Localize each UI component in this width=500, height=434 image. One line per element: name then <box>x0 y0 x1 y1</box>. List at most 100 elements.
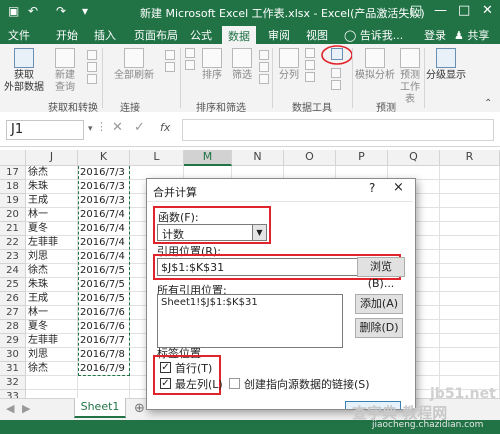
delete-button[interactable]: 删除(D) <box>355 318 403 338</box>
row-header[interactable]: 22 <box>0 236 26 250</box>
cell-empty[interactable] <box>440 264 500 278</box>
row-header[interactable]: 21 <box>0 222 26 236</box>
name-box-dropdown-icon[interactable]: ▾ <box>88 124 93 134</box>
formula-input[interactable] <box>182 119 494 141</box>
cell-empty[interactable] <box>440 236 500 250</box>
column-header-selected[interactable]: M <box>184 150 232 166</box>
add-button[interactable]: 添加(A) <box>355 294 403 314</box>
query-small-icons[interactable] <box>86 50 98 90</box>
row-header[interactable]: 27 <box>0 306 26 320</box>
insert-function-icon[interactable]: fx <box>160 121 170 134</box>
cell-empty[interactable] <box>440 320 500 334</box>
column-header[interactable]: P <box>336 150 388 166</box>
column-header[interactable]: N <box>232 150 284 166</box>
new-sheet-icon[interactable]: ⊕ <box>134 401 145 416</box>
create-links-checkbox[interactable] <box>229 378 240 389</box>
cell-empty[interactable] <box>440 250 500 264</box>
row-header[interactable]: 28 <box>0 320 26 334</box>
row-header[interactable]: 24 <box>0 264 26 278</box>
cancel-icon[interactable]: ✕ <box>112 120 123 135</box>
column-header[interactable]: O <box>284 150 336 166</box>
sort-az-button[interactable] <box>184 48 196 72</box>
cell-empty[interactable] <box>440 222 500 236</box>
undo-icon[interactable]: ↶ <box>28 4 38 18</box>
cell-empty[interactable] <box>440 208 500 222</box>
cell-j[interactable]: 徐杰 <box>26 166 78 180</box>
tab-file[interactable]: 文件 <box>8 27 30 43</box>
cell-empty[interactable] <box>440 278 500 292</box>
outline-button[interactable]: 分级显示 <box>426 48 466 82</box>
close-icon[interactable]: ✕ <box>482 3 493 18</box>
dialog-close-icon[interactable]: × <box>393 180 404 195</box>
ribbon-options-icon[interactable]: □ <box>410 3 422 18</box>
forecast-sheet-button[interactable]: 预测 工作表 <box>396 48 424 106</box>
cell-j[interactable]: 刘思 <box>26 348 78 362</box>
get-external-data-button[interactable]: 获取 外部数据 <box>4 48 44 94</box>
tab-page-layout[interactable]: 页面布局 <box>134 27 178 43</box>
cell-empty[interactable] <box>440 292 500 306</box>
cell-j[interactable]: 夏冬 <box>26 222 78 236</box>
row-header[interactable]: 31 <box>0 362 26 376</box>
browse-button[interactable]: 浏览(B)... <box>357 257 405 290</box>
first-row-checkbox[interactable]: ✓ <box>160 362 171 373</box>
filter-button[interactable]: 筛选 <box>228 48 256 82</box>
row-header[interactable]: 30 <box>0 348 26 362</box>
scroll-left-icon[interactable]: ◀ <box>6 402 14 415</box>
reference-input[interactable]: $J$1:$K$31 <box>157 258 367 276</box>
cell-j[interactable]: 王成 <box>26 292 78 306</box>
text-to-columns-button[interactable]: 分列 <box>276 48 302 82</box>
cell-j[interactable]: 朱珠 <box>26 180 78 194</box>
login-link[interactable]: 登录 <box>424 27 446 43</box>
redo-icon[interactable]: ↷ <box>56 4 66 18</box>
new-query-button[interactable]: 新建 查询 <box>50 48 80 94</box>
cell-j[interactable]: 林一 <box>26 306 78 320</box>
all-refs-list[interactable]: Sheet1!$J$1:$K$31 <box>157 294 343 348</box>
column-header[interactable]: L <box>130 150 184 166</box>
row-header[interactable]: 23 <box>0 250 26 264</box>
row-header[interactable]: 17 <box>0 166 26 180</box>
tab-data[interactable]: 数据 <box>222 26 256 44</box>
tab-formulas[interactable]: 公式 <box>190 27 212 43</box>
column-header[interactable]: K <box>78 150 130 166</box>
collapse-ribbon-icon[interactable]: ⌃ <box>484 98 492 109</box>
name-box[interactable]: J1 <box>6 120 84 140</box>
cell-k[interactable] <box>78 376 130 390</box>
row-header[interactable]: 20 <box>0 208 26 222</box>
cell-j[interactable]: 林一 <box>26 208 78 222</box>
help-icon[interactable]: ? <box>369 181 375 195</box>
cell-j[interactable]: 徐杰 <box>26 362 78 376</box>
cell-j[interactable]: 朱珠 <box>26 278 78 292</box>
cell-empty[interactable] <box>440 334 500 348</box>
share-button[interactable]: ♟ 共享 <box>454 27 489 43</box>
row-header[interactable]: 32 <box>0 376 26 390</box>
maximize-icon[interactable]: □ <box>458 3 470 18</box>
enter-icon[interactable]: ✓ <box>134 120 145 135</box>
tab-insert[interactable]: 插入 <box>94 27 116 43</box>
filter-small-icons[interactable] <box>258 50 270 86</box>
cell-empty[interactable] <box>440 180 500 194</box>
left-column-checkbox[interactable]: ✓ <box>160 378 171 389</box>
cell-j[interactable] <box>26 376 78 390</box>
data-tools-small-icons-2[interactable] <box>330 68 342 92</box>
row-header[interactable]: 19 <box>0 194 26 208</box>
tell-me-search[interactable]: ◯ 告诉我... <box>344 27 403 43</box>
column-header[interactable]: R <box>440 150 500 166</box>
function-select[interactable]: 计数 ▼ <box>157 224 267 241</box>
cell-j[interactable]: 王成 <box>26 194 78 208</box>
column-header[interactable]: Q <box>388 150 440 166</box>
scroll-right-icon[interactable]: ▶ <box>22 402 30 415</box>
row-header[interactable]: 18 <box>0 180 26 194</box>
cell-empty[interactable] <box>440 194 500 208</box>
row-header[interactable]: 29 <box>0 334 26 348</box>
save-icon[interactable]: ▣ <box>8 4 19 18</box>
refresh-all-button[interactable]: 全部刷新 <box>106 48 162 82</box>
column-header[interactable]: J <box>26 150 78 166</box>
cell-empty[interactable] <box>440 306 500 320</box>
tab-home[interactable]: 开始 <box>56 27 78 43</box>
data-tools-small-icons-1[interactable] <box>304 48 316 84</box>
cell-empty[interactable] <box>440 166 500 180</box>
function-dropdown-icon[interactable]: ▼ <box>252 225 266 240</box>
cell-j[interactable]: 夏冬 <box>26 320 78 334</box>
sheet-tab-sheet1[interactable]: Sheet1 <box>74 398 126 418</box>
sort-button[interactable]: 排序 <box>198 48 226 82</box>
